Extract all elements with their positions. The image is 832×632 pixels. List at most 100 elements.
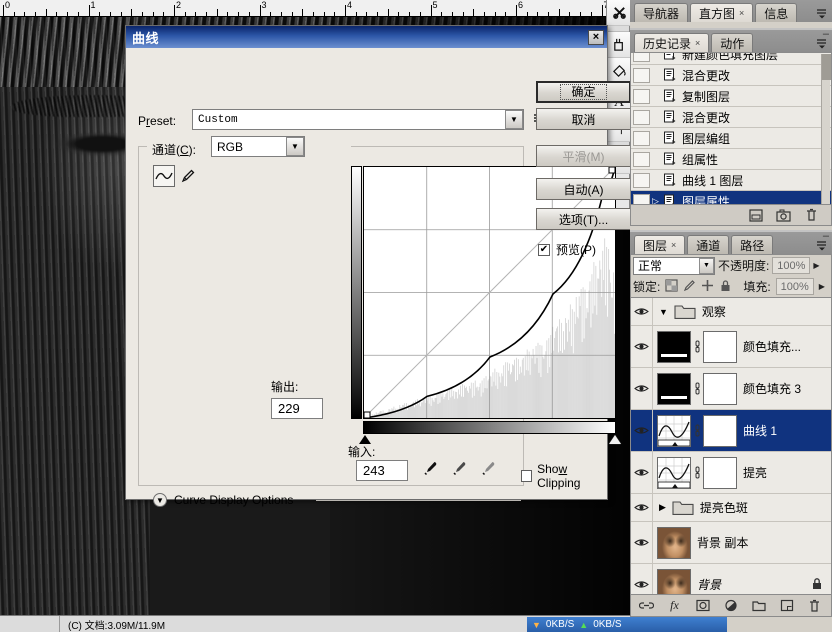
- layers-list[interactable]: ▼ 观察 颜色填充... 颜色填充 3 曲线 1 提亮 ▶ 提亮色斑 背景 副本 背景: [630, 297, 832, 595]
- layer-mask-thumbnail[interactable]: [703, 330, 737, 363]
- layer-thumbnail[interactable]: [657, 526, 691, 559]
- chevron-down-icon[interactable]: ▼: [286, 137, 304, 156]
- pencil-tool-icon[interactable]: [177, 165, 199, 187]
- add-layer-mask-icon[interactable]: [695, 598, 710, 613]
- history-scrollbar[interactable]: [821, 54, 831, 204]
- link-layers-icon[interactable]: [639, 598, 654, 613]
- layer-row[interactable]: 背景: [631, 564, 831, 594]
- layers-panel-tabs[interactable]: 图层 × 通道 路径 –: [630, 231, 832, 254]
- panel-minimize-icon[interactable]: –: [823, 231, 829, 242]
- history-footer[interactable]: [630, 205, 832, 226]
- show-clipping-checkbox[interactable]: Show Clipping: [521, 462, 607, 490]
- new-group-icon[interactable]: [751, 598, 766, 613]
- layer-thumbnail[interactable]: [657, 414, 691, 447]
- link-mask-icon[interactable]: [691, 339, 703, 355]
- tone-curve-svg[interactable]: [364, 167, 615, 418]
- layer-mask-thumbnail[interactable]: [703, 414, 737, 447]
- history-snapshot-toggle[interactable]: [633, 130, 650, 146]
- eyedropper-group[interactable]: [421, 460, 496, 480]
- panel-minimize-icon[interactable]: –: [823, 29, 829, 40]
- tab-history-0[interactable]: 历史记录 ×: [634, 33, 710, 52]
- layers-footer[interactable]: fx: [630, 595, 832, 617]
- tone-curve-plot[interactable]: [363, 166, 616, 419]
- eye-icon[interactable]: [631, 522, 653, 563]
- new-document-from-state-icon[interactable]: [748, 208, 763, 223]
- curve-edit-tools[interactable]: [153, 165, 199, 187]
- ok-button[interactable]: 确定: [536, 81, 631, 103]
- layer-row[interactable]: 颜色填充 3: [631, 368, 831, 410]
- tab-topdock-1[interactable]: 直方图 ×: [690, 3, 754, 22]
- preview-checkbox-box[interactable]: ✔: [538, 243, 550, 256]
- gray-point-eyedropper-icon[interactable]: [450, 460, 467, 480]
- delete-layer-icon[interactable]: [807, 598, 822, 613]
- curve-display-options-toggle[interactable]: ▼ Curve Display Options: [153, 493, 293, 507]
- history-snapshot-toggle[interactable]: [633, 109, 650, 125]
- layer-thumbnail[interactable]: [657, 330, 691, 363]
- channel-dropdown[interactable]: RGB ▼: [211, 136, 305, 157]
- chevron-down-icon[interactable]: ▼: [505, 110, 523, 129]
- lock-transparent-pixels-icon[interactable]: [665, 278, 678, 295]
- curve-control-point[interactable]: [364, 411, 371, 418]
- healing-brush-tool-icon[interactable]: [607, 32, 631, 58]
- link-mask-icon[interactable]: [691, 465, 703, 481]
- smooth-button[interactable]: 平滑(M): [536, 145, 631, 167]
- preset-dropdown[interactable]: Custom ▼: [192, 109, 524, 130]
- layer-mask-thumbnail[interactable]: [703, 372, 737, 405]
- show-clipping-box[interactable]: [521, 470, 533, 482]
- panel-menu-icon[interactable]: [815, 7, 829, 21]
- delete-state-icon[interactable]: [804, 208, 819, 223]
- curve-control-point[interactable]: [608, 167, 615, 174]
- network-speed-widget[interactable]: ▼ 0KB/S ▲ 0KB/S: [527, 617, 727, 632]
- chevron-down-icon[interactable]: ▼: [153, 493, 167, 507]
- preview-checkbox[interactable]: ✔ 预览(P): [538, 241, 596, 258]
- layer-row[interactable]: ▼ 观察: [631, 298, 831, 326]
- layer-row[interactable]: 颜色填充...: [631, 326, 831, 368]
- close-icon[interactable]: ×: [739, 8, 744, 18]
- layer-style-icon[interactable]: fx: [667, 598, 682, 613]
- curves-dialog[interactable]: 曲线 × Preset: Custom ▼ 通道(C): RGB ▼ 输出: 2…: [125, 25, 631, 507]
- lock-all-icon[interactable]: [719, 279, 732, 295]
- new-layer-icon[interactable]: [779, 598, 794, 613]
- history-item[interactable]: 混合更改: [631, 107, 831, 128]
- history-panel[interactable]: 历史记录 × 动作 – 新建颜色填充图层 混合更改 复制图层 混合更改 图层编组 组属性 曲线 1…: [630, 29, 832, 230]
- crop-tool-icon[interactable]: [607, 0, 631, 26]
- layer-thumbnail[interactable]: [657, 568, 691, 594]
- history-list[interactable]: 新建颜色填充图层 混合更改 复制图层 混合更改 图层编组 组属性 曲线 1 图层 ▷ 图层属性: [630, 52, 832, 205]
- tab-layers-1[interactable]: 通道: [687, 235, 730, 254]
- tab-layers-2[interactable]: 路径: [731, 235, 774, 254]
- history-scrollbar-thumb[interactable]: [822, 54, 831, 80]
- curves-dialog-titlebar[interactable]: 曲线 ×: [126, 26, 607, 48]
- layer-row[interactable]: 曲线 1: [631, 410, 831, 452]
- eye-icon[interactable]: [631, 368, 653, 409]
- history-snapshot-toggle[interactable]: [633, 172, 650, 188]
- layer-thumbnail[interactable]: [657, 372, 691, 405]
- link-mask-icon[interactable]: [691, 423, 703, 439]
- new-adjustment-layer-icon[interactable]: [723, 598, 738, 613]
- link-mask-icon[interactable]: [691, 381, 703, 397]
- curve-tool-icon[interactable]: [153, 165, 175, 187]
- eye-icon[interactable]: [631, 326, 653, 367]
- layer-row[interactable]: ▶ 提亮色斑: [631, 494, 831, 522]
- lock-position-icon[interactable]: [701, 279, 714, 295]
- layer-mask-thumbnail[interactable]: [703, 456, 737, 489]
- tab-topdock-2[interactable]: 信息: [755, 3, 798, 22]
- opacity-value[interactable]: 100%: [772, 257, 811, 274]
- history-snapshot-toggle[interactable]: [633, 53, 650, 62]
- close-icon[interactable]: ×: [695, 38, 700, 48]
- eye-icon[interactable]: [631, 298, 653, 325]
- tab-layers-0[interactable]: 图层 ×: [634, 235, 686, 254]
- close-icon[interactable]: ×: [588, 29, 604, 45]
- opacity-stepper-icon[interactable]: ▶: [813, 261, 819, 270]
- history-item[interactable]: 混合更改: [631, 65, 831, 86]
- options-button[interactable]: 选项(T)...: [536, 208, 631, 230]
- white-point-eyedropper-icon[interactable]: [479, 460, 496, 480]
- blend-mode-dropdown[interactable]: 正常 ▼: [633, 256, 715, 275]
- lock-image-pixels-icon[interactable]: [683, 279, 696, 295]
- chevron-down-icon[interactable]: ▼: [699, 257, 714, 274]
- cancel-button[interactable]: 取消: [536, 108, 631, 130]
- history-item[interactable]: 复制图层: [631, 86, 831, 107]
- new-snapshot-icon[interactable]: [776, 208, 791, 223]
- layer-thumbnail[interactable]: [657, 456, 691, 489]
- histogram-panel-tabs[interactable]: 导航器 直方图 × 信息: [630, 0, 832, 22]
- eye-icon[interactable]: [631, 410, 653, 451]
